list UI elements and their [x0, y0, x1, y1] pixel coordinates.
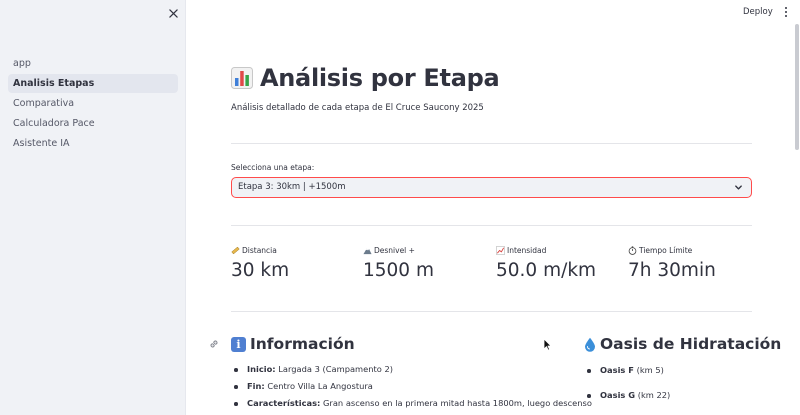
stopwatch-icon	[628, 246, 637, 255]
bar-chart-emoji-icon	[231, 67, 253, 89]
info-section-title: Información	[250, 335, 355, 353]
metric-tiempo-limite: Tiempo Límite 7h 30min	[628, 245, 753, 281]
list-item: Características: Gran ascenso en la prim…	[231, 398, 592, 408]
metric-value: 30 km	[231, 260, 290, 281]
page-title-text: Análisis por Etapa	[260, 64, 500, 92]
stage-select-label: Selecciona una etapa:	[231, 163, 315, 172]
metric-distancia: Distancia 30 km	[231, 245, 356, 281]
sidebar-item-analisis-etapas[interactable]: Analisis Etapas	[8, 74, 178, 93]
page-subtitle: Análisis detallado de cada etapa de El C…	[231, 103, 484, 113]
mouse-cursor-icon	[543, 338, 552, 351]
stage-select[interactable]: Etapa 3: 30km | +1500m	[231, 177, 752, 198]
oasis-list: Oasis F (km 5) Oasis G (km 22)	[584, 365, 670, 400]
info-section-heading: i Información	[231, 335, 355, 353]
droplet-icon	[585, 337, 595, 352]
metric-label: Desnivel +	[374, 246, 415, 255]
list-item: Inicio: Largada 3 (Campamento 2)	[231, 364, 592, 374]
close-sidebar-button[interactable]	[166, 6, 180, 20]
sidebar-item-app[interactable]: app	[8, 54, 178, 73]
sidebar-nav: app Analisis Etapas Comparativa Calculad…	[8, 54, 178, 154]
app-window: app Analisis Etapas Comparativa Calculad…	[0, 0, 800, 415]
divider	[231, 311, 752, 312]
sidebar-item-calculadora-pace[interactable]: Calculadora Pace	[8, 114, 178, 133]
list-item: Oasis G (km 22)	[584, 390, 670, 400]
scrollbar[interactable]	[795, 24, 799, 150]
page-title: Análisis por Etapa	[231, 64, 500, 92]
info-list: Inicio: Largada 3 (Campamento 2) Fin: Ce…	[231, 364, 592, 408]
list-item: Oasis F (km 5)	[584, 365, 670, 375]
info-icon: i	[231, 336, 246, 352]
metric-desnivel: Desnivel + 1500 m	[363, 245, 488, 281]
metric-label: Intensidad	[507, 246, 547, 255]
deploy-button[interactable]: Deploy	[743, 5, 773, 19]
oasis-section-title: Oasis de Hidratación	[600, 335, 782, 353]
mountain-icon	[363, 248, 372, 255]
sidebar: app Analisis Etapas Comparativa Calculad…	[0, 0, 186, 415]
stage-select-value: Etapa 3: 30km | +1500m	[238, 182, 346, 192]
sidebar-item-comparativa[interactable]: Comparativa	[8, 94, 178, 113]
metric-label: Tiempo Límite	[639, 246, 693, 255]
metric-value: 7h 30min	[628, 260, 716, 281]
oasis-section-heading: Oasis de Hidratación	[584, 335, 781, 353]
divider	[231, 143, 752, 144]
list-item: Fin: Centro Villa La Angostura	[231, 381, 592, 391]
chart-up-icon	[496, 246, 505, 255]
link-icon[interactable]	[208, 338, 220, 350]
kebab-menu-icon[interactable]	[781, 4, 791, 20]
divider	[231, 225, 752, 226]
ruler-icon	[231, 246, 240, 255]
chevron-down-icon	[735, 185, 742, 190]
metric-value: 50.0 m/km	[496, 260, 597, 281]
close-icon	[168, 8, 178, 18]
sidebar-item-asistente-ia[interactable]: Asistente IA	[8, 134, 178, 153]
metric-value: 1500 m	[363, 260, 434, 281]
metric-intensidad: Intensidad 50.0 m/km	[496, 245, 621, 281]
metric-label: Distancia	[242, 246, 277, 255]
